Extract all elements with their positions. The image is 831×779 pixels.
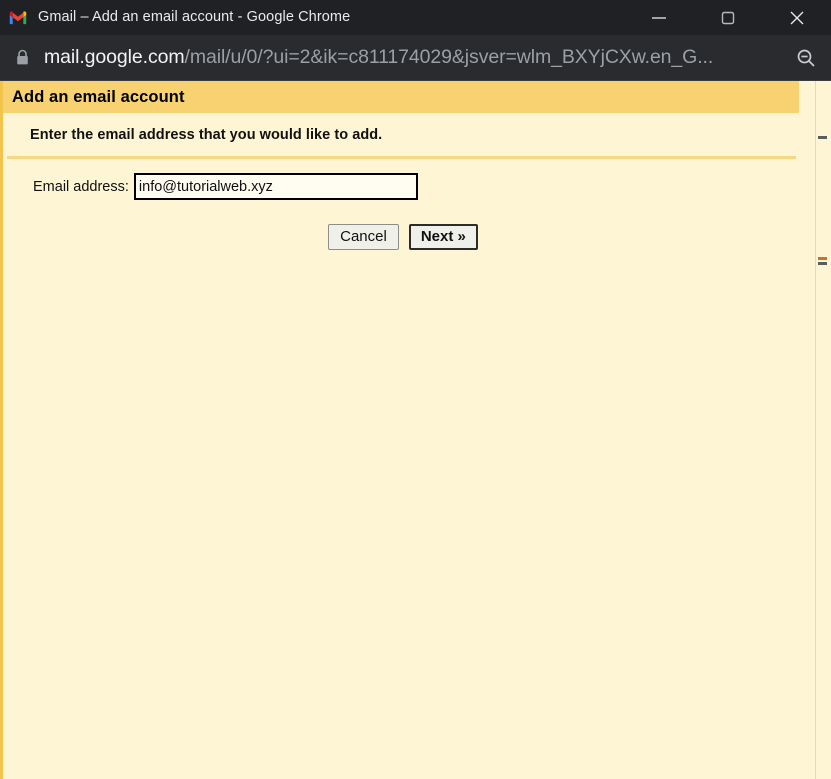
maximize-icon[interactable] xyxy=(693,0,762,35)
lock-icon[interactable] xyxy=(0,48,44,67)
window-titlebar: Gmail – Add an email account - Google Ch… xyxy=(0,0,831,35)
section-divider xyxy=(7,156,796,159)
scrollbar-marker xyxy=(818,262,827,265)
page-title: Add an email account xyxy=(12,87,185,106)
gmail-logo-icon xyxy=(9,10,27,24)
cancel-button[interactable]: Cancel xyxy=(328,224,399,250)
page-scrollbar[interactable] xyxy=(815,81,831,779)
next-button[interactable]: Next » xyxy=(408,224,478,250)
zoom-out-icon[interactable] xyxy=(781,46,831,70)
scrollbar-marker xyxy=(818,257,827,260)
url-text[interactable]: mail.google.com/mail/u/0/?ui=2&ik=c81117… xyxy=(44,35,781,80)
url-path: /mail/u/0/?ui=2&ik=c811174029&jsver=wlm_… xyxy=(184,46,714,68)
email-input[interactable] xyxy=(133,173,418,200)
chrome-window: Gmail – Add an email account - Google Ch… xyxy=(0,0,831,779)
form-button-row: Cancel Next » xyxy=(3,224,815,250)
email-field-label: Email address: xyxy=(33,178,129,195)
minimize-icon[interactable] xyxy=(624,0,693,35)
gmail-add-account-page: Add an email account Enter the email add… xyxy=(0,81,815,779)
page-viewport: Add an email account Enter the email add… xyxy=(0,81,831,779)
omnibox[interactable]: mail.google.com/mail/u/0/?ui=2&ik=c81117… xyxy=(0,35,831,81)
window-controls xyxy=(624,0,831,35)
scrollbar-marker xyxy=(818,136,827,139)
page-header-band: Add an email account xyxy=(3,81,799,114)
email-form-row: Email address: xyxy=(3,173,815,200)
url-host: mail.google.com xyxy=(44,46,185,68)
instruction-text: Enter the email address that you would l… xyxy=(30,127,383,143)
close-icon[interactable] xyxy=(762,0,831,35)
window-title: Gmail – Add an email account - Google Ch… xyxy=(38,9,351,25)
